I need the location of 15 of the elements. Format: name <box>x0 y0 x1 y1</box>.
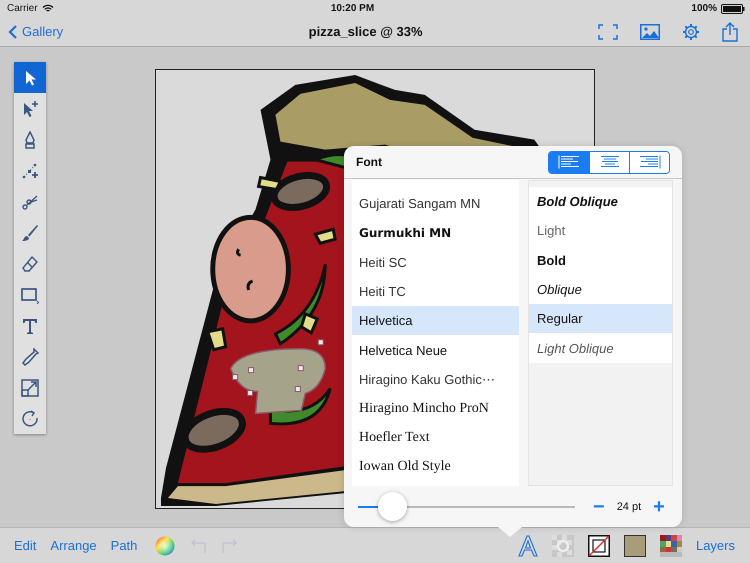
style-row[interactable]: Bold <box>529 246 672 275</box>
document-title: pizza_slice @ 33% <box>308 24 424 39</box>
font-row[interactable]: Helvetica <box>352 306 519 336</box>
style-row[interactable]: Light Oblique <box>529 333 672 363</box>
battery-percent: 100% <box>691 3 717 14</box>
font-size-value: 24 pt <box>616 500 642 512</box>
popover-title: Font <box>356 155 382 169</box>
style-row[interactable]: Bold Oblique <box>529 187 672 216</box>
decrease-button[interactable]: − <box>593 496 605 516</box>
increase-button[interactable]: + <box>653 496 665 516</box>
carrier-label: Carrier <box>7 3 38 14</box>
style-row[interactable]: Regular <box>529 304 672 334</box>
style-row[interactable]: Light <box>529 216 672 246</box>
clock-time: 10:20 PM <box>330 3 376 14</box>
style-row[interactable]: Oblique <box>529 274 672 304</box>
